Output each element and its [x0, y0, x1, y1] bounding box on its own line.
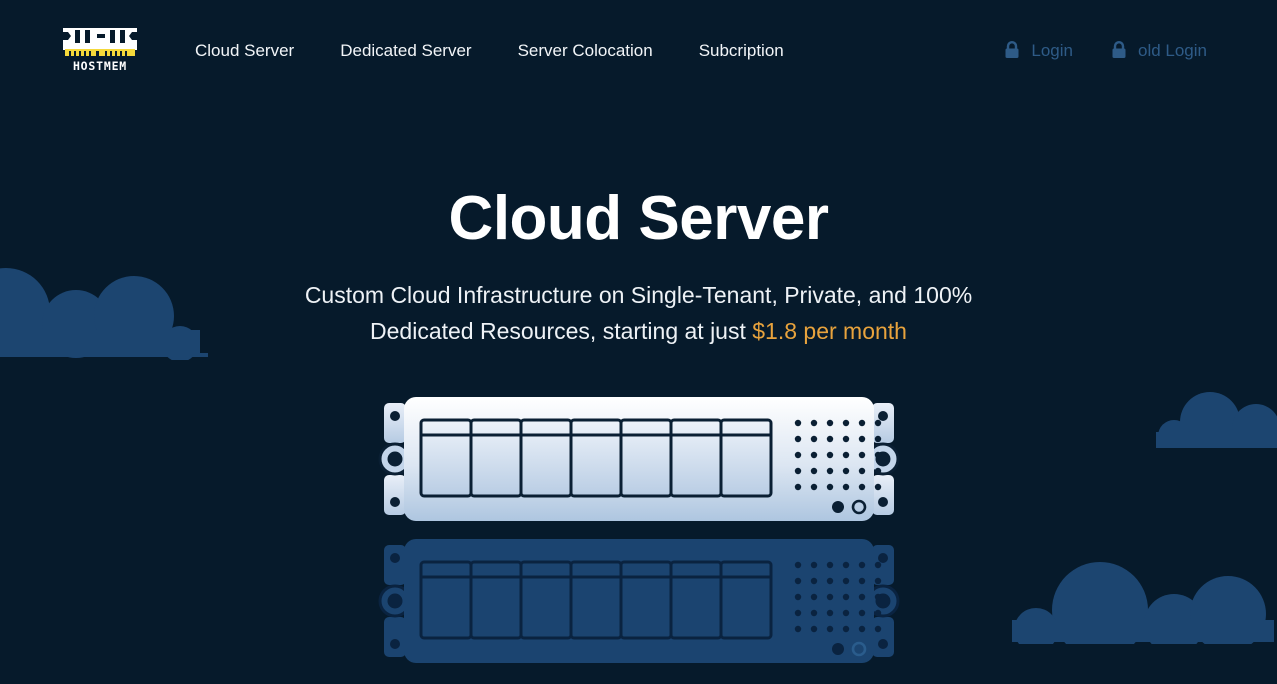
login-label: Login [1031, 40, 1073, 60]
hero-subtitle-line1: Custom Cloud Infrastructure on Single-Te… [304, 282, 907, 309]
site-header: HOSTMEM Cloud Server Dedicated Server Se… [0, 0, 1277, 100]
main-navigation: Cloud Server Dedicated Server Server Col… [172, 34, 807, 67]
nav-item-dedicated-server[interactable]: Dedicated Server [317, 34, 494, 67]
old-login-link[interactable]: old Login [1111, 41, 1207, 59]
login-link[interactable]: Login [1004, 41, 1073, 59]
hero-subtitle: Custom Cloud Infrastructure on Single-Te… [299, 277, 979, 349]
brand-wordmark: HOSTMEM [72, 58, 128, 73]
hero-section: Cloud Server Custom Cloud Infrastructure… [0, 100, 1277, 349]
price-highlight: $1.8 per month [752, 318, 907, 345]
lock-icon [1005, 41, 1019, 58]
ram-memory-module-icon [63, 27, 137, 56]
nav-item-server-colocation[interactable]: Server Colocation [495, 34, 676, 67]
rack-server-illustration [0, 395, 1277, 665]
nav-item-subcription[interactable]: Subcription [676, 34, 807, 67]
drive-bay-group [419, 560, 772, 640]
auth-links: Login old Login [1004, 41, 1237, 59]
old-login-label: old Login [1137, 40, 1207, 60]
nav-item-cloud-server[interactable]: Cloud Server [172, 34, 317, 67]
drive-bay-group [419, 418, 772, 498]
lock-icon [1112, 41, 1126, 58]
server-unit-dark [378, 539, 899, 664]
brand-logo[interactable]: HOSTMEM [62, 27, 138, 73]
page-title: Cloud Server [448, 184, 829, 253]
server-unit-light [378, 397, 899, 522]
